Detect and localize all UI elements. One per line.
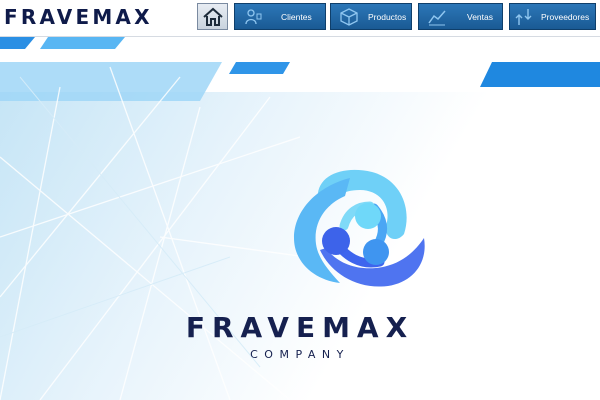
stripe-5 (480, 62, 600, 87)
chart-icon (428, 10, 446, 26)
stripe-2 (40, 37, 125, 49)
background-graphic (0, 37, 600, 400)
stripe-3 (0, 62, 222, 101)
home-button[interactable] (197, 3, 228, 30)
box-icon (340, 8, 358, 26)
top-bar: FRAVEMAX Clientes Productos Ventas Prove… (0, 0, 600, 36)
nav-button-proveedores[interactable]: Proveedores (509, 3, 596, 30)
nav-label-clientes: Clientes (281, 12, 312, 22)
home-icon (202, 7, 223, 26)
nav-button-ventas[interactable]: Ventas (418, 3, 503, 30)
nav-label-ventas: Ventas (467, 12, 493, 22)
nav-label-proveedores: Proveedores (541, 12, 590, 22)
nav-button-productos[interactable]: Productos (330, 3, 412, 30)
brand-title: FRAVEMAX (4, 5, 153, 29)
suppliers-icon (515, 9, 532, 25)
stripe-4 (229, 62, 290, 74)
clients-icon (245, 9, 262, 25)
nav-button-clientes[interactable]: Clientes (234, 3, 326, 30)
nav-label-productos: Productos (368, 12, 407, 22)
